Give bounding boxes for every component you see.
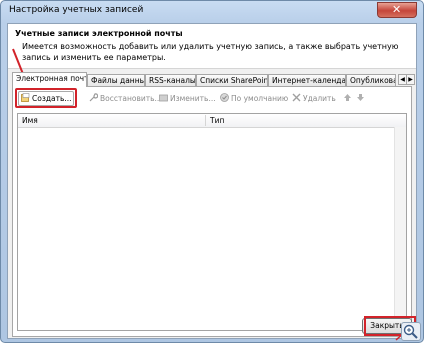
tab-published-calendars[interactable]: Опубликова: [346, 74, 396, 86]
tab-internet-calendars[interactable]: Интернет-календари: [268, 74, 346, 86]
set-default-label: По умолчанию: [231, 94, 289, 103]
header-title: Учетные записи электронной почты: [15, 29, 183, 38]
window-title: Настройка учетных записей: [9, 5, 144, 15]
column-header-name[interactable]: Имя: [22, 114, 38, 127]
tab-rss-feeds[interactable]: RSS-каналы: [145, 74, 196, 86]
list-scrollbar[interactable]: [394, 127, 406, 330]
wrench-icon: [89, 93, 98, 102]
move-up-button[interactable]: [343, 92, 354, 105]
accounts-toolbar: Создать... Восстановить... Изменить... П…: [13, 87, 411, 109]
check-circle-icon: [220, 93, 229, 102]
move-down-button[interactable]: [356, 92, 367, 105]
title-bar[interactable]: Настройка учетных записей ✕: [1, 1, 423, 21]
change-label: Изменить...: [170, 94, 216, 103]
header-description: Имеется возможность добавить или удалить…: [22, 42, 399, 62]
tab-email[interactable]: Электронная почта: [12, 72, 87, 87]
arrow-down-icon: [357, 94, 364, 101]
tab-data-files[interactable]: Файлы данных: [87, 74, 145, 86]
change-button[interactable]: Изменить...: [159, 92, 216, 105]
column-divider[interactable]: [205, 115, 206, 126]
remove-label: Удалить: [303, 94, 336, 103]
repair-label: Восстановить...: [100, 94, 162, 103]
new-button-highlight: [15, 88, 77, 108]
list-header: Имя Тип: [18, 114, 406, 128]
column-header-type[interactable]: Тип: [210, 114, 224, 127]
dialog-header: Учетные записи электронной почты Имеется…: [8, 24, 416, 69]
tab-scroll-right-icon[interactable]: ▶: [406, 74, 415, 85]
set-default-button[interactable]: По умолчанию: [220, 92, 288, 105]
magnifier-icon[interactable]: [401, 322, 421, 341]
close-icon: ✕: [392, 3, 402, 16]
arrow-up-icon: [344, 94, 351, 101]
tab-strip: Электронная почта Файлы данных RSS-канал…: [12, 72, 415, 87]
accounts-list[interactable]: Имя Тип: [17, 113, 407, 331]
change-icon: [159, 94, 168, 102]
remove-button[interactable]: Удалить: [292, 92, 336, 105]
repair-button[interactable]: Восстановить...: [89, 92, 162, 105]
remove-x-icon: [292, 93, 301, 102]
email-tab-panel: Создать... Восстановить... Изменить... П…: [12, 86, 412, 337]
zoom-glyph-icon: [403, 324, 418, 339]
tab-sharepoint-lists[interactable]: Списки SharePoint: [196, 74, 268, 86]
account-settings-window: Настройка учетных записей ✕ Учетные запи…: [0, 0, 424, 343]
dialog-body: Учетные записи электронной почты Имеется…: [7, 23, 417, 339]
window-close-button[interactable]: ✕: [377, 2, 417, 18]
